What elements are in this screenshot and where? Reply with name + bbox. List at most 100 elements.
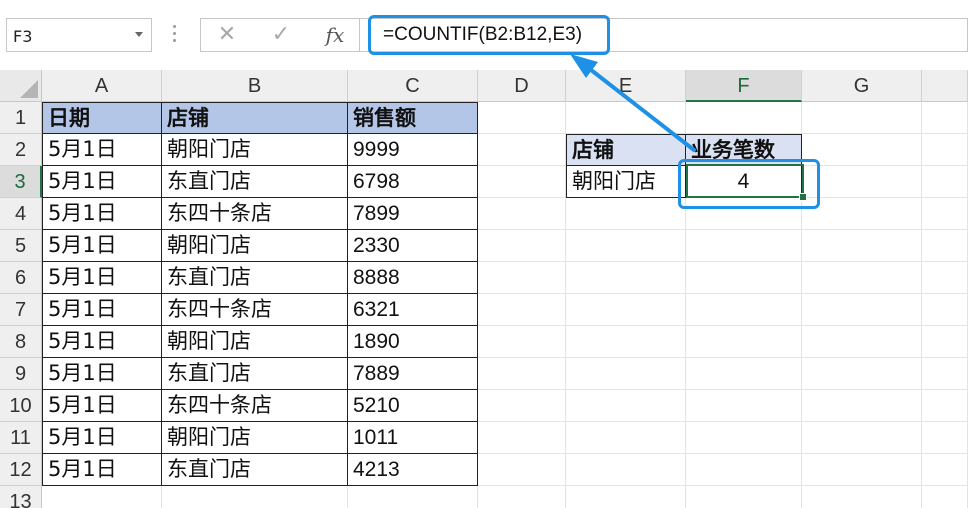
grid-cell[interactable]	[686, 486, 802, 508]
row-header-3[interactable]: 3	[0, 166, 42, 198]
table-cell[interactable]: 东四十条店	[162, 390, 348, 422]
table-cell[interactable]: 朝阳门店	[162, 326, 348, 358]
grid-cell[interactable]	[922, 166, 968, 198]
grid-cell[interactable]	[686, 390, 802, 422]
grid-cell[interactable]	[162, 486, 348, 508]
table-cell[interactable]: 东直门店	[162, 454, 348, 486]
grid-cell[interactable]	[922, 294, 968, 326]
grid-cell[interactable]	[566, 294, 686, 326]
row-header-13[interactable]: 13	[0, 486, 42, 508]
table-cell[interactable]: 5月1日	[42, 422, 162, 454]
row-header-9[interactable]: 9	[0, 358, 42, 390]
row-header-5[interactable]: 5	[0, 230, 42, 262]
grid-cell[interactable]	[566, 390, 686, 422]
grid-cell[interactable]	[802, 358, 922, 390]
grid-cell[interactable]	[566, 230, 686, 262]
table-cell[interactable]: 4213	[348, 454, 478, 486]
grid-cell[interactable]	[478, 486, 566, 508]
grid-cell[interactable]	[922, 262, 968, 294]
row-header-1[interactable]: 1	[0, 102, 42, 134]
grid-cell[interactable]	[922, 486, 968, 508]
table-cell[interactable]: 东四十条店	[162, 294, 348, 326]
insert-function-icon[interactable]: fx	[319, 21, 351, 49]
table-cell[interactable]: 7889	[348, 358, 478, 390]
grid-cell[interactable]	[566, 486, 686, 508]
grid-cell[interactable]	[802, 422, 922, 454]
grid-cell[interactable]	[802, 262, 922, 294]
table-cell[interactable]: 东直门店	[162, 166, 348, 198]
table-cell[interactable]: 7899	[348, 198, 478, 230]
grid-cell[interactable]	[478, 262, 566, 294]
table-cell[interactable]: 1011	[348, 422, 478, 454]
row-header-7[interactable]: 7	[0, 294, 42, 326]
table-cell[interactable]: 5月1日	[42, 294, 162, 326]
row-header-4[interactable]: 4	[0, 198, 42, 230]
row-header-10[interactable]: 10	[0, 390, 42, 422]
row-header-6[interactable]: 6	[0, 262, 42, 294]
grid-cell[interactable]	[686, 230, 802, 262]
column-header-b[interactable]: B	[162, 70, 348, 102]
grid-cell[interactable]	[686, 102, 802, 134]
row-header-11[interactable]: 11	[0, 422, 42, 454]
name-box[interactable]: F3	[6, 18, 152, 52]
table-cell[interactable]: 5210	[348, 390, 478, 422]
grid-cell[interactable]	[566, 358, 686, 390]
summary-header-cell[interactable]: 店铺	[566, 134, 686, 166]
grid-cell[interactable]	[478, 326, 566, 358]
table-cell[interactable]: 6321	[348, 294, 478, 326]
table-cell[interactable]: 9999	[348, 134, 478, 166]
grid-cell[interactable]	[922, 230, 968, 262]
grid-cell[interactable]	[478, 390, 566, 422]
grid-cell[interactable]	[478, 166, 566, 198]
table-cell[interactable]: 8888	[348, 262, 478, 294]
grid-cell[interactable]	[922, 358, 968, 390]
grid-cell[interactable]	[802, 166, 922, 198]
row-header-8[interactable]: 8	[0, 326, 42, 358]
grid-cell[interactable]	[922, 454, 968, 486]
grid-cell[interactable]	[566, 422, 686, 454]
table-cell[interactable]: 5月1日	[42, 134, 162, 166]
table-cell[interactable]: 东直门店	[162, 358, 348, 390]
grid-cell[interactable]	[478, 294, 566, 326]
grid-cell[interactable]	[478, 454, 566, 486]
grid-cell[interactable]	[566, 454, 686, 486]
table-cell[interactable]: 5月1日	[42, 358, 162, 390]
grid-cell[interactable]	[686, 326, 802, 358]
table-cell[interactable]: 东四十条店	[162, 198, 348, 230]
grid-cell[interactable]	[566, 262, 686, 294]
table-cell[interactable]: 6798	[348, 166, 478, 198]
table-cell[interactable]: 5月1日	[42, 230, 162, 262]
grid-cell[interactable]	[478, 422, 566, 454]
table-cell[interactable]: 东直门店	[162, 262, 348, 294]
grid-cell[interactable]	[922, 326, 968, 358]
grid-cell[interactable]	[802, 102, 922, 134]
grid-cell[interactable]	[686, 358, 802, 390]
column-header-c[interactable]: C	[348, 70, 478, 102]
grid-cell[interactable]	[348, 486, 478, 508]
table-header-cell[interactable]: 销售额	[348, 102, 478, 134]
row-header-2[interactable]: 2	[0, 134, 42, 166]
grid-cell[interactable]	[802, 294, 922, 326]
enter-check-icon[interactable]: ✓	[265, 21, 297, 49]
table-cell[interactable]: 5月1日	[42, 166, 162, 198]
grid-cell[interactable]	[686, 262, 802, 294]
table-cell[interactable]: 5月1日	[42, 326, 162, 358]
grid-cell[interactable]	[478, 198, 566, 230]
grid-cell[interactable]	[922, 102, 968, 134]
chevron-down-icon[interactable]	[135, 32, 143, 37]
grid-cell[interactable]	[686, 454, 802, 486]
table-cell[interactable]: 朝阳门店	[162, 422, 348, 454]
grid-cell[interactable]	[566, 102, 686, 134]
column-header-a[interactable]: A	[42, 70, 162, 102]
column-header-d[interactable]: D	[478, 70, 566, 102]
grid-cell[interactable]	[922, 198, 968, 230]
table-cell[interactable]: 5月1日	[42, 198, 162, 230]
table-cell[interactable]: 5月1日	[42, 454, 162, 486]
table-cell[interactable]: 1890	[348, 326, 478, 358]
cancel-icon[interactable]: ✕	[211, 21, 243, 49]
column-header-f[interactable]: F	[686, 70, 802, 102]
table-header-cell[interactable]: 店铺	[162, 102, 348, 134]
column-header-g[interactable]: G	[802, 70, 922, 102]
grid-cell[interactable]	[802, 390, 922, 422]
grid-cell[interactable]	[686, 294, 802, 326]
